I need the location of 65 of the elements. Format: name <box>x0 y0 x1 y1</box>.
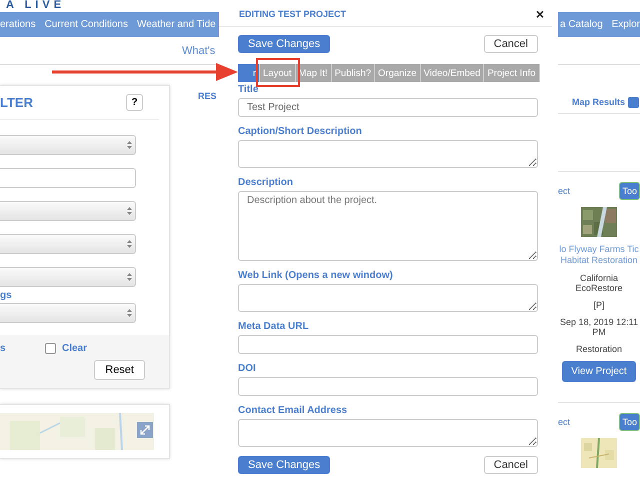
input-field[interactable]: Test Project <box>238 98 538 117</box>
tab[interactable]: Organize <box>375 64 421 82</box>
text-area[interactable] <box>238 284 538 312</box>
field-label: Caption/Short Description <box>238 126 363 137</box>
input-field[interactable] <box>0 168 136 188</box>
subnav-link[interactable]: What's <box>182 44 216 56</box>
status-label: [P] <box>593 300 604 310</box>
nav-link[interactable]: Explor <box>612 19 640 30</box>
map-results-checkbox[interactable] <box>628 96 640 108</box>
clear-checkbox[interactable] <box>44 343 56 354</box>
field-label: Description <box>238 177 294 188</box>
tool-button[interactable]: Too <box>619 182 640 200</box>
field-label: Web Link (Opens a new window) <box>238 270 394 281</box>
project-date: Sep 18, 2019 12:11 PM <box>559 317 639 337</box>
view-project-button[interactable]: View Project <box>562 361 636 382</box>
text-area[interactable]: Description about the project. <box>238 191 538 261</box>
select-arrows-icon <box>127 141 132 149</box>
select-field[interactable] <box>0 201 136 221</box>
field-label: Contact Email Address <box>238 405 348 416</box>
field-label: DOI <box>238 363 257 374</box>
project-category: Restoration <box>576 344 622 354</box>
field-label: Title <box>238 84 260 95</box>
tab[interactable]: Layout <box>260 64 296 82</box>
select-arrows-icon <box>127 240 132 248</box>
select-arrows-icon <box>127 207 132 215</box>
tab[interactable]: Project Info <box>484 64 540 82</box>
nav-link[interactable]: erations <box>0 19 36 30</box>
select-field[interactable] <box>0 267 136 287</box>
select-field[interactable] <box>0 135 136 155</box>
text-area[interactable] <box>238 419 538 447</box>
field-label: gs <box>0 290 13 301</box>
select-field[interactable] <box>0 303 136 323</box>
select-field[interactable] <box>0 234 136 254</box>
project-title[interactable]: lo Flyway Farms Tic Habitat Restoration <box>558 244 640 266</box>
tab[interactable]: r <box>238 64 260 82</box>
cancel-button[interactable]: Cancel <box>484 456 538 474</box>
expand-icon[interactable] <box>137 422 153 438</box>
save-button[interactable]: Save Changes <box>238 35 330 53</box>
nav-link[interactable]: Current Conditions <box>44 19 128 30</box>
project-organization: California EcoRestore <box>574 273 624 293</box>
dialog-title: EDITING TEST PROJECT <box>239 9 346 19</box>
checkbox-label: Map Results <box>572 97 626 107</box>
nav-link[interactable]: a Catalog <box>560 19 603 30</box>
project-link[interactable]: ect <box>558 417 570 427</box>
filter-link[interactable]: s <box>0 343 6 354</box>
nav-link[interactable]: Weather and Tide <box>136 19 216 30</box>
reset-button[interactable]: Reset <box>94 360 145 380</box>
project-link[interactable]: ect <box>558 186 570 196</box>
section-heading: RES <box>197 90 217 101</box>
input-field[interactable] <box>238 377 538 396</box>
close-button[interactable]: × <box>536 6 544 22</box>
tab[interactable]: Video/Embed <box>420 64 484 82</box>
logo-text: A LIVE <box>6 0 66 11</box>
help-button[interactable]: ? <box>126 94 143 111</box>
checkbox-label: Clear <box>62 343 87 354</box>
select-arrows-icon <box>127 273 132 281</box>
panel-title: LTER <box>0 95 33 110</box>
tab[interactable]: Publish? <box>332 64 376 82</box>
select-arrows-icon <box>127 309 132 317</box>
cancel-button[interactable]: Cancel <box>484 35 538 53</box>
tool-button[interactable]: Too <box>619 413 640 431</box>
text-area[interactable] <box>238 140 538 168</box>
field-label: Meta Data URL <box>238 321 310 332</box>
input-field[interactable] <box>238 335 538 354</box>
save-button[interactable]: Save Changes <box>238 456 330 474</box>
